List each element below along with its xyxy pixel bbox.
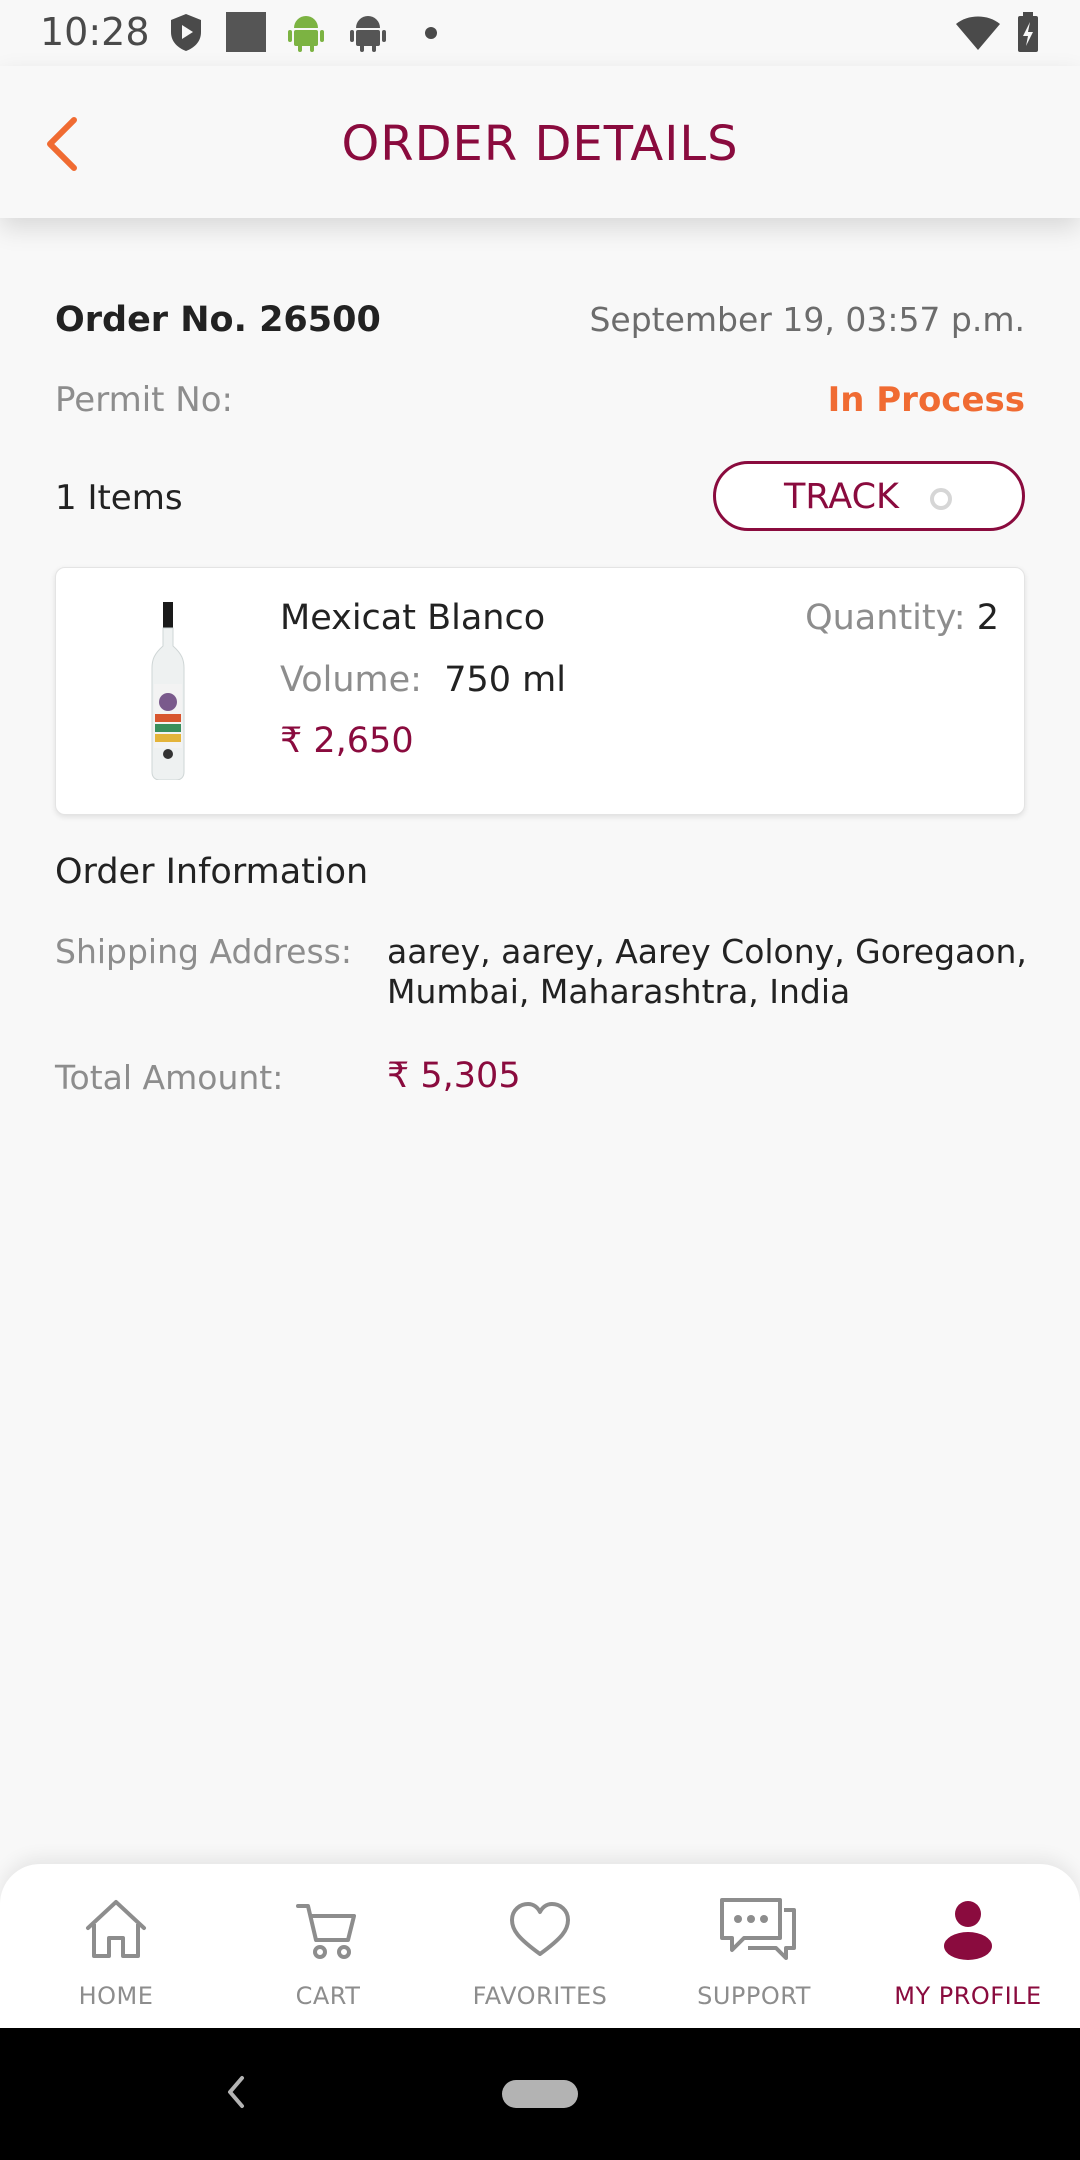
product-bottle-image (151, 602, 185, 780)
page-title: ORDER DETAILS (341, 116, 739, 172)
status-time: 10:28 (40, 10, 150, 54)
product-price: ₹ 2,650 (280, 721, 414, 761)
track-button[interactable]: TRACK (713, 461, 1025, 531)
loading-indicator-icon (930, 488, 952, 510)
nav-item-home[interactable]: HOME (8, 1864, 224, 2028)
heart-icon (510, 1902, 570, 1956)
items-row: 1 Items TRACK (55, 461, 1025, 531)
profile-icon (944, 1901, 992, 1960)
order-summary-row: Order No. 26500 September 19, 03:57 p.m. (55, 300, 1025, 344)
items-count: 1 Items (55, 478, 183, 518)
nav-label-home: HOME (78, 1982, 154, 2010)
shipping-address-label: Shipping Address: (55, 932, 352, 971)
nav-label-my-profile: MY PROFILE (894, 1982, 1042, 2010)
order-number: Order No. 26500 (55, 300, 381, 340)
permit-row: Permit No: In Process (55, 380, 1025, 424)
order-item-card[interactable]: Mexicat Blanco Volume: 750 ml ₹ 2,650 Qu… (55, 567, 1025, 815)
nav-item-my-profile[interactable]: MY PROFILE (860, 1864, 1076, 2028)
volume-label: Volume: (280, 660, 422, 700)
system-navigation-bar (0, 2028, 1080, 2160)
chat-icon (720, 1898, 796, 1960)
cart-icon (296, 1904, 356, 1959)
home-icon (86, 1900, 146, 1958)
nav-item-support[interactable]: SUPPORT (646, 1864, 862, 2028)
app-bar: ORDER DETAILS (0, 66, 1080, 218)
notification-dot-icon (425, 27, 437, 39)
order-date: September 19, 03:57 p.m. (589, 300, 1025, 339)
status-badge: In Process (827, 380, 1025, 420)
battery-charging-icon (1018, 12, 1038, 52)
nav-label-cart: CART (295, 1982, 361, 2010)
system-back-icon[interactable] (222, 2070, 248, 2114)
permit-label: Permit No: (55, 380, 233, 420)
order-information-heading: Order Information (55, 852, 369, 892)
product-volume: Volume: 750 ml (280, 660, 566, 700)
wifi-icon (956, 16, 1000, 50)
quantity-value: 2 (976, 598, 999, 638)
track-button-label: TRACK (784, 477, 899, 517)
android-debug-icon (350, 16, 386, 52)
bottom-navigation: HOME CART FAVORITES SUPPORT MY PROFILE (0, 1864, 1080, 2028)
status-bar: 10:28 (0, 0, 1080, 66)
product-quantity: Quantity: 2 (805, 598, 999, 638)
nav-label-support: SUPPORT (697, 1982, 811, 2010)
android-icon (288, 16, 324, 52)
nav-label-favorites: FAVORITES (472, 1982, 608, 2010)
image-placeholder-icon (226, 12, 266, 52)
system-home-pill[interactable] (502, 2080, 578, 2108)
total-amount-value: ₹ 5,305 (387, 1056, 521, 1096)
nav-item-favorites[interactable]: FAVORITES (432, 1864, 648, 2028)
product-name: Mexicat Blanco (280, 598, 546, 638)
shield-play-icon (171, 14, 201, 51)
total-amount-label: Total Amount: (55, 1058, 284, 1097)
shipping-address-value: aarey, aarey, Aarey Colony, Goregaon, Mu… (387, 932, 1027, 1011)
quantity-label: Quantity: (805, 598, 966, 638)
nav-item-cart[interactable]: CART (220, 1864, 436, 2028)
volume-value: 750 ml (444, 660, 566, 700)
